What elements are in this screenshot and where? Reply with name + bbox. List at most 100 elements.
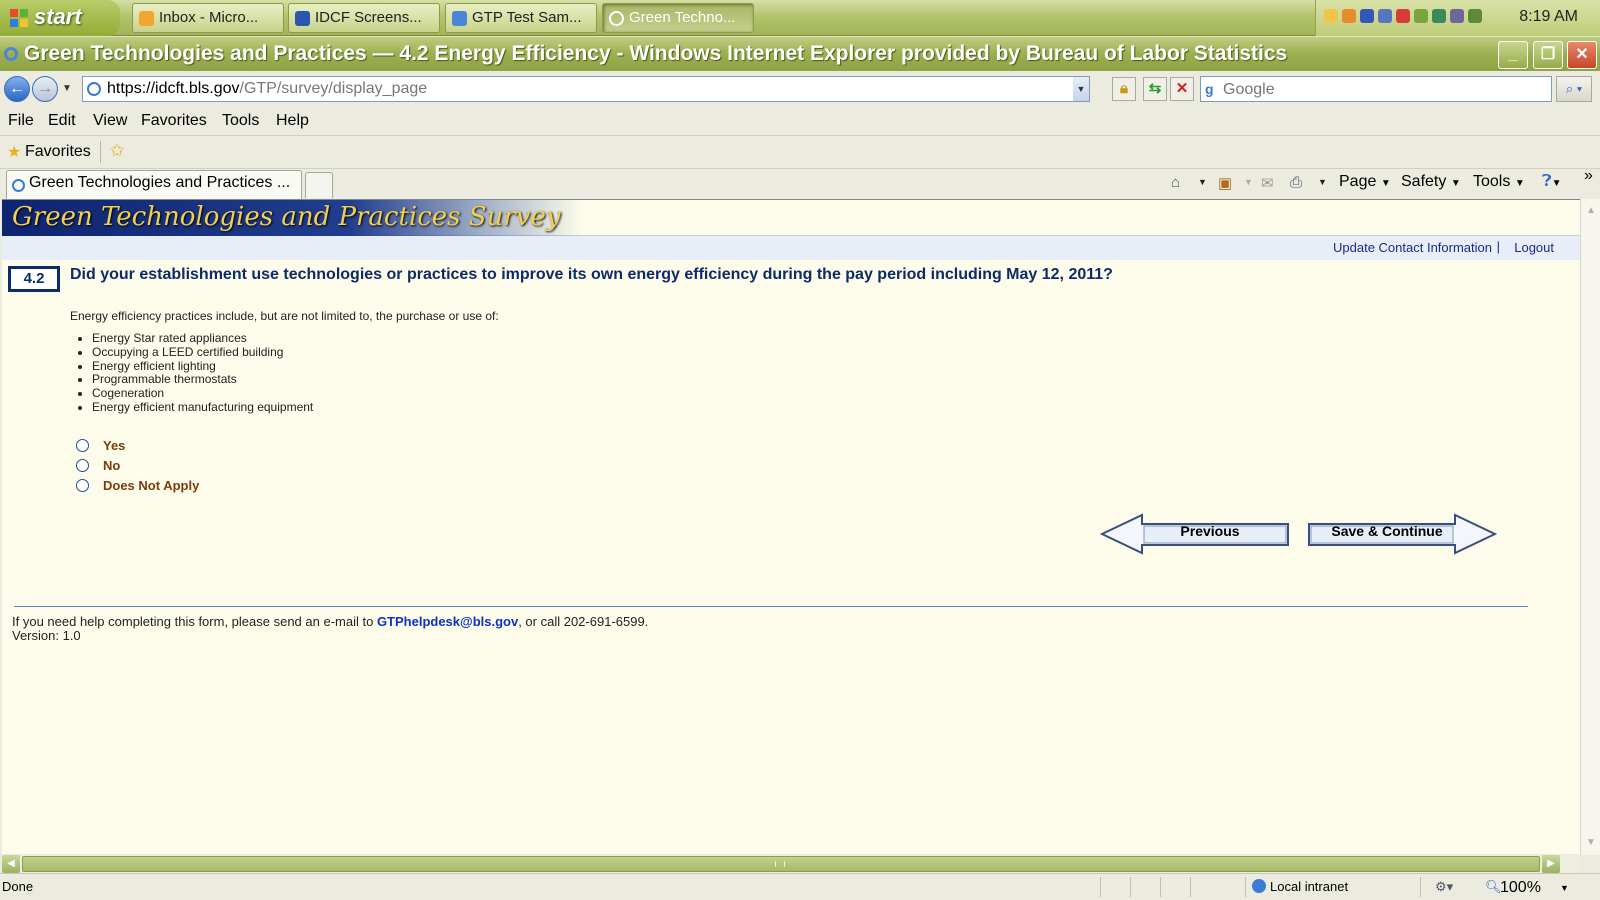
- option-label[interactable]: Does Not Apply: [103, 478, 199, 493]
- print-chevron-icon[interactable]: ▼: [1318, 177, 1327, 187]
- radio-no[interactable]: [76, 459, 89, 472]
- title-bar: Green Technologies and Practices — 4.2 E…: [0, 36, 1600, 71]
- favorites-star-icon[interactable]: ★: [7, 142, 21, 162]
- document-icon: [452, 11, 467, 26]
- search-box[interactable]: g: [1200, 76, 1552, 102]
- menu-file[interactable]: File: [8, 112, 34, 130]
- search-button[interactable]: ⌕ ▾: [1556, 76, 1592, 102]
- favorites-button[interactable]: Favorites: [25, 143, 91, 161]
- tools-menu[interactable]: Tools ▼: [1473, 173, 1525, 191]
- stop-button[interactable]: ✕: [1170, 77, 1194, 101]
- chevron-down-icon: ▼: [1380, 178, 1391, 189]
- menu-help[interactable]: Help: [276, 112, 309, 130]
- help-menu[interactable]: ❓︎▼: [1542, 173, 1562, 191]
- scrollbar-thumb[interactable]: [22, 856, 1540, 872]
- close-button[interactable]: ✕: [1567, 41, 1597, 69]
- chevron-down-icon: ▼: [1450, 178, 1461, 189]
- menu-tools[interactable]: Tools: [222, 112, 259, 130]
- task-gtp-test[interactable]: GTP Test Sam...: [445, 3, 597, 33]
- monitor-icon[interactable]: [1378, 9, 1392, 23]
- save-continue-button[interactable]: Save & Continue: [1307, 513, 1498, 555]
- scroll-down-icon[interactable]: ▼: [1581, 833, 1600, 853]
- horizontal-scrollbar[interactable]: ◀ ▶: [2, 855, 1580, 873]
- network-error-icon[interactable]: [1396, 9, 1410, 23]
- outlook-icon: [139, 11, 154, 26]
- update-contact-link[interactable]: Update Contact Information: [1333, 240, 1492, 255]
- status-bar: Done Local intranet ⚙▾ 🔍︎ 100% ▼: [0, 873, 1600, 900]
- task-inbox[interactable]: Inbox - Micro...: [132, 3, 284, 33]
- new-tab-button[interactable]: [305, 172, 333, 198]
- update-icon[interactable]: [1450, 9, 1464, 23]
- zoom-level[interactable]: 100%: [1500, 879, 1541, 897]
- safety-menu-label: Safety: [1401, 173, 1447, 190]
- ie-icon: [609, 11, 624, 26]
- page-menu[interactable]: Page ▼: [1339, 173, 1391, 191]
- tab-green-technologies[interactable]: Green Technologies and Practices ...: [6, 170, 302, 199]
- safety-menu[interactable]: Safety ▼: [1401, 173, 1461, 191]
- shield-icon[interactable]: [1360, 9, 1374, 23]
- page-menu-label: Page: [1339, 173, 1377, 190]
- feeds-icon[interactable]: ▣: [1218, 174, 1232, 192]
- window-title: Green Technologies and Practices — 4.2 E…: [24, 42, 1288, 65]
- address-dropdown-icon[interactable]: ▼: [1073, 77, 1089, 101]
- radio-does-not-apply[interactable]: [76, 479, 89, 492]
- help-prefix: If you need help completing this form, p…: [12, 614, 377, 629]
- more-commands-icon[interactable]: »: [1584, 167, 1593, 185]
- version-text: Version: 1.0: [12, 628, 81, 643]
- home-chevron-icon[interactable]: ▼: [1198, 177, 1207, 187]
- outlook-tray-icon[interactable]: [1342, 9, 1356, 23]
- mail-icon[interactable]: [1324, 9, 1338, 23]
- antivirus-icon[interactable]: [1432, 9, 1446, 23]
- start-button[interactable]: start: [0, 0, 120, 36]
- help-icon: ❓︎: [1542, 173, 1552, 190]
- scroll-up-icon[interactable]: ▲: [1581, 201, 1600, 221]
- task-idcf-screens[interactable]: IDCF Screens...: [288, 3, 440, 33]
- logout-link[interactable]: Logout: [1514, 240, 1554, 255]
- battery-icon[interactable]: [1414, 9, 1428, 23]
- survey-banner: Green Technologies and Practices Survey: [2, 200, 1580, 236]
- zoom-chevron-icon[interactable]: ▼: [1560, 883, 1569, 893]
- recent-pages-chevron-icon[interactable]: ▼: [62, 83, 72, 94]
- lock-icon[interactable]: 🔒︎: [1112, 77, 1136, 101]
- scroll-left-icon[interactable]: ◀: [2, 855, 20, 873]
- option-label[interactable]: No: [103, 458, 120, 473]
- volume-icon[interactable]: [1468, 9, 1482, 23]
- help-text: If you need help completing this form, p…: [12, 614, 648, 629]
- vertical-scrollbar[interactable]: ▲ ▼: [1580, 199, 1600, 855]
- option-label[interactable]: Yes: [103, 438, 125, 453]
- add-favorite-icon[interactable]: ✩: [110, 141, 124, 161]
- menu-bar: File Edit View Favorites Tools Help: [0, 108, 1600, 136]
- minimize-button[interactable]: _: [1498, 41, 1528, 69]
- menu-view[interactable]: View: [93, 112, 127, 130]
- ie-logo-icon: [4, 47, 18, 61]
- task-green-techno[interactable]: Green Techno...: [602, 3, 754, 33]
- url-host: https://idcft.bls.gov: [107, 80, 240, 97]
- divider: [1100, 877, 1101, 897]
- link-separator: |: [1496, 239, 1500, 254]
- forward-button[interactable]: →: [32, 76, 58, 102]
- menu-edit[interactable]: Edit: [48, 112, 76, 130]
- save-continue-label: Save & Continue: [1331, 523, 1443, 539]
- refresh-button[interactable]: ⇆: [1143, 77, 1167, 101]
- chevron-down-icon: ▼: [1514, 178, 1525, 189]
- list-item: Energy efficient lighting: [92, 359, 313, 374]
- list-item: Programmable thermostats: [92, 373, 313, 387]
- address-bar[interactable]: https://idcft.bls.gov/GTP/survey/display…: [82, 76, 1090, 102]
- helpdesk-email-link[interactable]: GTPhelpdesk@bls.gov: [377, 614, 518, 629]
- home-icon[interactable]: ⌂: [1171, 174, 1180, 191]
- previous-button[interactable]: Previous: [1099, 513, 1290, 555]
- clock: 8:19 AM: [1519, 8, 1578, 25]
- favorites-bar: ★ Favorites ✩: [0, 137, 1600, 169]
- scroll-right-icon[interactable]: ▶: [1542, 855, 1560, 873]
- read-mail-icon[interactable]: ✉: [1261, 174, 1274, 192]
- back-button[interactable]: ←: [4, 76, 30, 102]
- question-text: Did your establishment use technologies …: [70, 266, 1113, 283]
- menu-favorites[interactable]: Favorites: [141, 112, 207, 130]
- radio-yes[interactable]: [76, 439, 89, 452]
- intranet-zone-icon: [1252, 879, 1266, 893]
- protected-mode-icon[interactable]: ⚙▾: [1435, 879, 1453, 895]
- list-item: Cogeneration: [92, 386, 313, 401]
- print-icon[interactable]: ⎙: [1290, 174, 1302, 191]
- restore-button[interactable]: ❐: [1533, 41, 1563, 69]
- search-input[interactable]: [1223, 81, 1543, 99]
